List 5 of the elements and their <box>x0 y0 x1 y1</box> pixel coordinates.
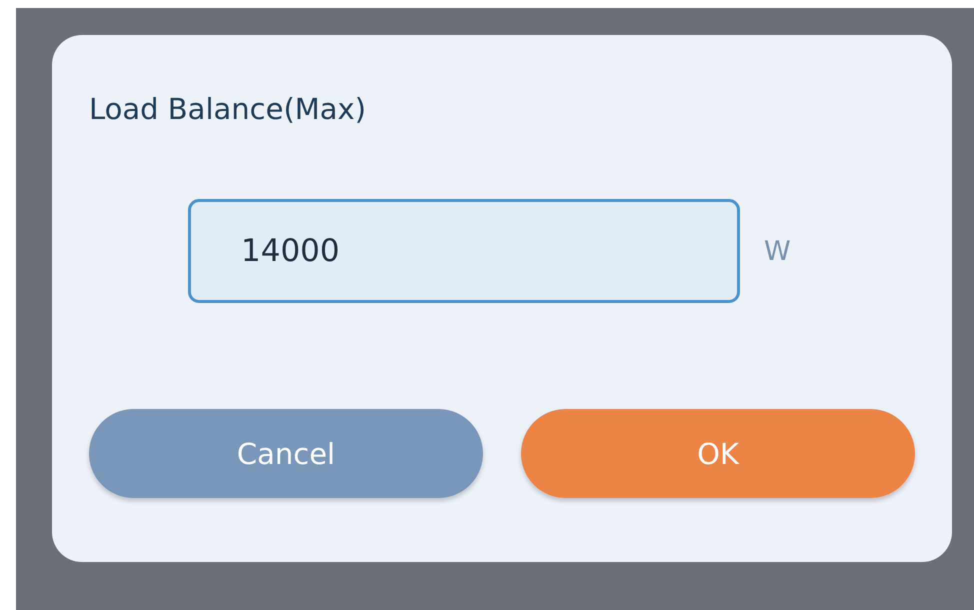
input-field[interactable]: 14000 <box>188 199 740 303</box>
ok-button[interactable]: OK <box>521 409 915 498</box>
unit-label: W <box>764 236 791 266</box>
cancel-button[interactable]: Cancel <box>89 409 483 498</box>
dialog-title: Load Balance(Max) <box>89 91 368 128</box>
